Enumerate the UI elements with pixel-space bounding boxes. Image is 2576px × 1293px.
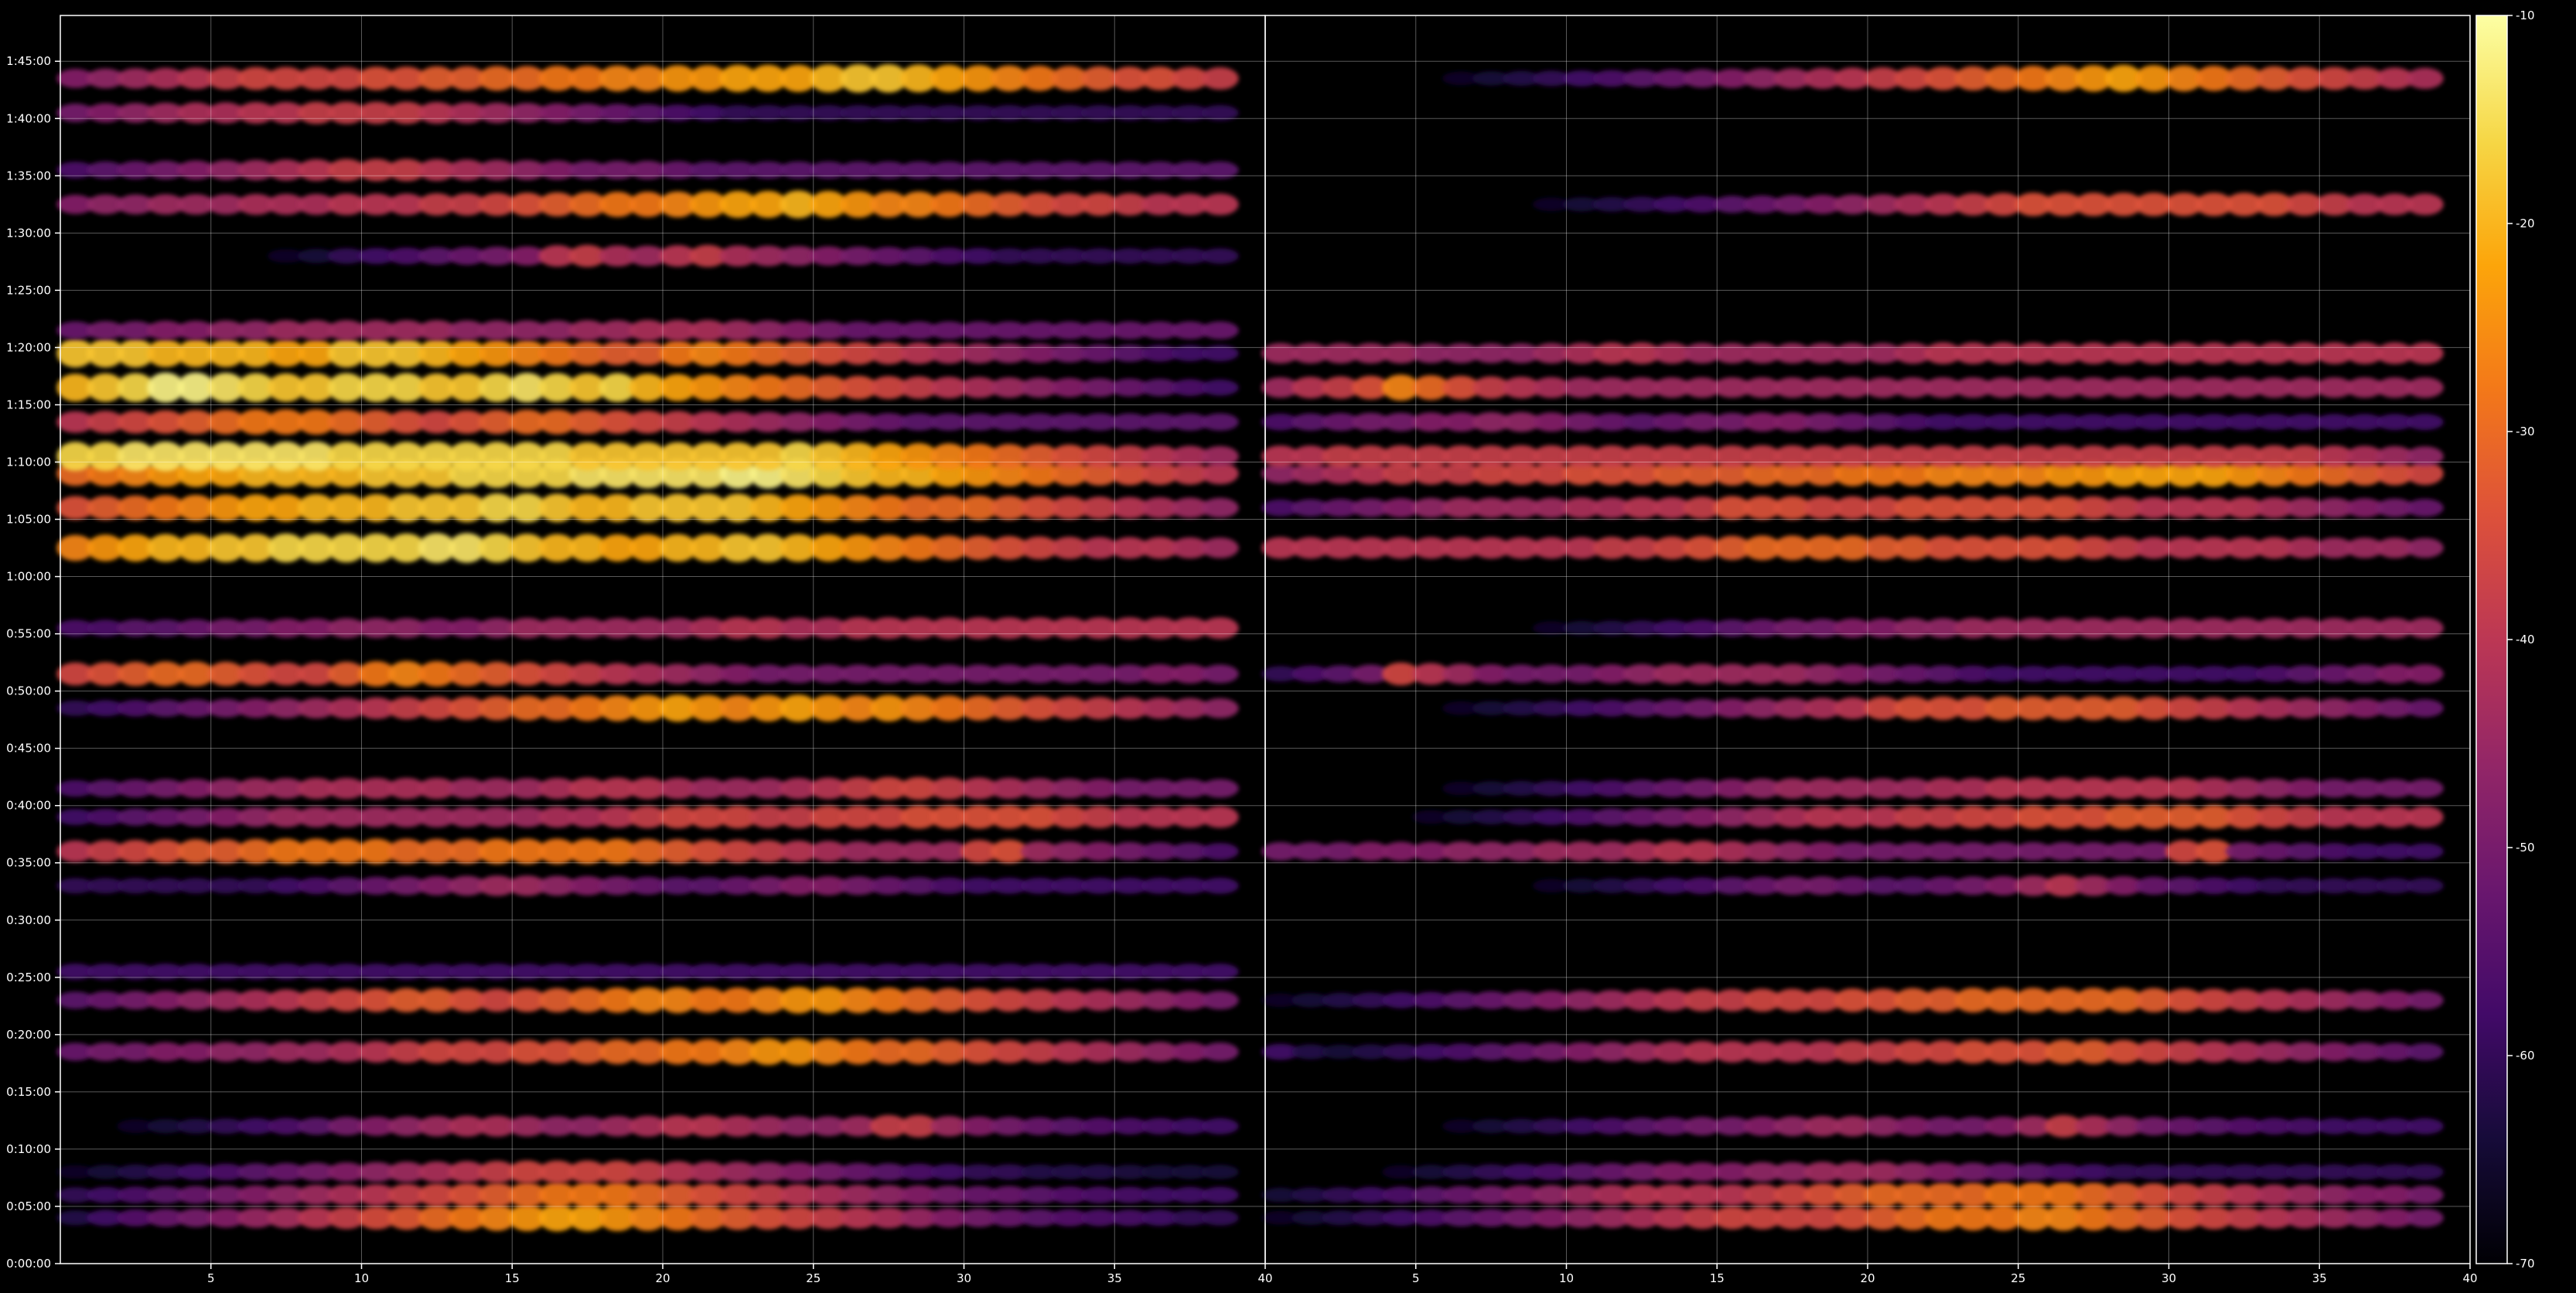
colorbar-tick-label: -40	[2516, 633, 2535, 646]
heat-cell	[2406, 1208, 2444, 1227]
heat-cell	[1201, 1165, 1239, 1179]
heat-cell	[1201, 878, 1239, 894]
x-tick-label: 40	[2462, 1271, 2477, 1285]
heat-cell	[1201, 379, 1239, 396]
heat-cell	[2406, 377, 2444, 398]
colorbar-tick-label: -70	[2516, 1257, 2535, 1271]
heat-cell	[1201, 413, 1239, 431]
x-tick-label: 10	[1559, 1271, 1574, 1285]
x-tick-label: 40	[1257, 1271, 1272, 1285]
heat-cell	[1201, 497, 1239, 518]
colorbar-gradient	[2475, 15, 2508, 1264]
heat-cell	[1201, 698, 1239, 718]
x-tick-label: 20	[1860, 1271, 1875, 1285]
y-tick-label: 0:30:00	[6, 913, 51, 927]
y-tick-label: 0:50:00	[6, 684, 51, 698]
heat-cell	[2406, 699, 2444, 718]
y-tick-label: 0:55:00	[6, 627, 51, 641]
x-tick-label: 30	[957, 1271, 971, 1285]
heat-cell	[1201, 1117, 1239, 1134]
y-tick-label: 0:35:00	[6, 856, 51, 870]
x-tick-label: 30	[2161, 1271, 2176, 1285]
x-tick-label: 20	[655, 1271, 670, 1285]
heat-cell	[2406, 618, 2444, 639]
heat-cell	[2406, 664, 2444, 684]
heat-cell	[2406, 806, 2444, 828]
y-tick-label: 1:25:00	[6, 283, 51, 297]
colorbar-tick-label: -60	[2516, 1049, 2535, 1063]
heat-cell	[1201, 248, 1239, 264]
heat-cell	[2406, 537, 2444, 558]
heat-cell	[1201, 445, 1239, 467]
x-tick-label: 25	[806, 1271, 821, 1285]
heat-cell	[2406, 499, 2444, 517]
x-tick-label: 35	[1107, 1271, 1122, 1285]
heat-cell	[2406, 342, 2444, 364]
x-tick-label: 15	[1710, 1271, 1725, 1285]
heat-cell	[2406, 1186, 2444, 1205]
heat-cell	[2406, 414, 2444, 431]
y-tick-label: 0:25:00	[6, 971, 51, 984]
y-tick-label: 1:10:00	[6, 455, 51, 469]
y-tick-label: 0:10:00	[6, 1142, 51, 1156]
heat-cell	[1201, 1042, 1239, 1062]
y-tick-label: 1:05:00	[6, 513, 51, 527]
heat-cell	[1201, 843, 1239, 860]
heat-cell	[2406, 67, 2444, 89]
heat-cell	[2406, 843, 2444, 860]
colorbar-tick-label: -30	[2516, 425, 2535, 438]
y-tick-label: 1:00:00	[6, 570, 51, 584]
y-tick-label: 0:45:00	[6, 742, 51, 756]
y-tick-label: 0:05:00	[6, 1199, 51, 1213]
y-tick-label: 1:35:00	[6, 169, 51, 183]
heat-cell	[1201, 779, 1239, 798]
heatmap-figure: 5 10 15 20 25 30 35 40 5 10 15 20 25 30 35 40 0:00:00 0…	[0, 0, 2576, 1293]
x-tick-label: 25	[2011, 1271, 2025, 1285]
x-tick-label: 5	[1412, 1271, 1420, 1285]
y-tick-label: 0:40:00	[6, 799, 51, 813]
heat-cell	[1201, 806, 1239, 828]
y-tick-label: 1:45:00	[6, 54, 51, 68]
heat-cell	[1201, 537, 1239, 558]
heat-cell	[1201, 67, 1239, 90]
heat-cell	[2406, 1042, 2444, 1061]
heat-cell	[1201, 321, 1239, 339]
y-tick-label: 1:30:00	[6, 226, 51, 240]
x-tick-label: 5	[207, 1271, 215, 1285]
heat-cell	[2406, 991, 2444, 1010]
y-tick-label: 0:20:00	[6, 1028, 51, 1042]
heat-cell	[2406, 193, 2444, 216]
heat-cell	[2406, 779, 2444, 798]
heat-cell	[1201, 1186, 1239, 1203]
heat-cell	[2406, 878, 2444, 894]
heat-cell	[2406, 446, 2444, 466]
y-tick-label: 1:15:00	[6, 397, 51, 411]
heat-cell	[2406, 1117, 2444, 1134]
heat-cell	[2406, 1164, 2444, 1180]
x-tick-label: 10	[354, 1271, 369, 1285]
y-tick-label: 1:40:00	[6, 111, 51, 125]
heat-cell	[1201, 664, 1239, 684]
y-tick-label: 0:00:00	[6, 1257, 51, 1271]
y-tick-label: 0:15:00	[6, 1085, 51, 1099]
colorbar-tick-label: -50	[2516, 841, 2535, 855]
heat-cell	[1201, 193, 1239, 216]
heat-cell	[1201, 617, 1239, 640]
y-tick-label: 1:20:00	[6, 340, 51, 354]
x-tick-label: 15	[505, 1271, 520, 1285]
x-tick-label: 35	[2312, 1271, 2327, 1285]
colorbar-tick-label: -20	[2516, 217, 2535, 230]
heat-cell	[1201, 991, 1239, 1010]
heat-cell	[1201, 1209, 1239, 1226]
colorbar-tick-label: -10	[2516, 9, 2535, 22]
